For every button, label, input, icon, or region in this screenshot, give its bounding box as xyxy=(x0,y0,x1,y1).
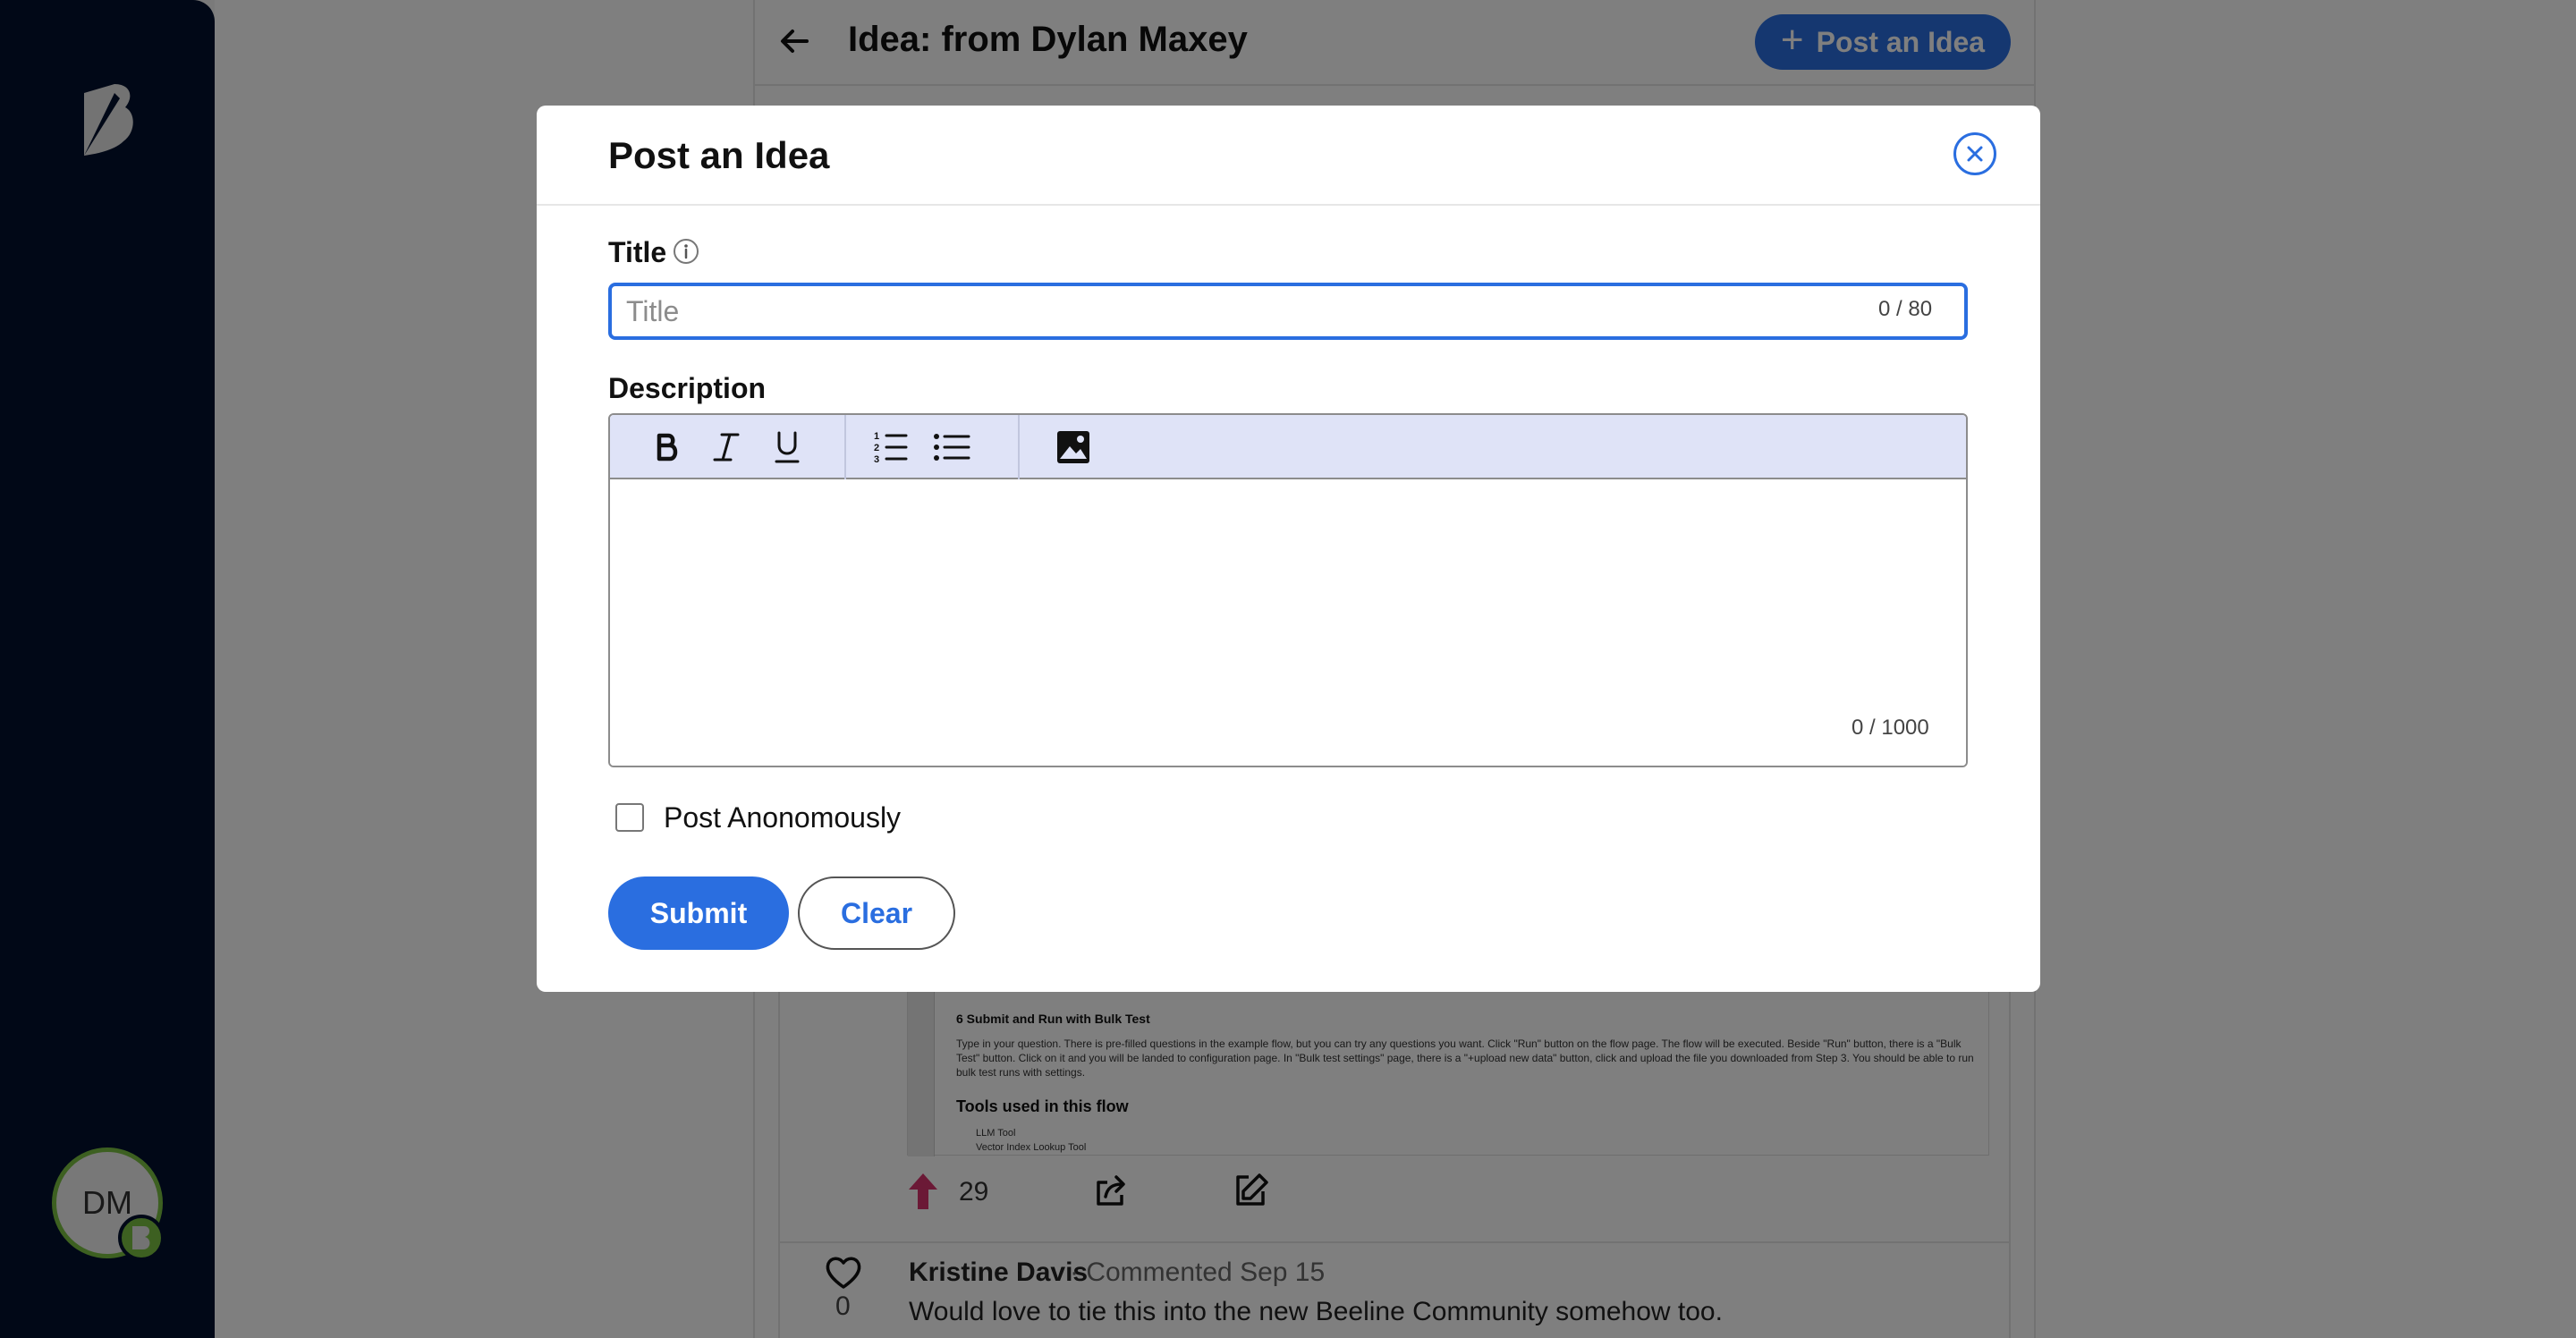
underline-button[interactable] xyxy=(767,428,807,467)
title-char-counter: 0 / 80 xyxy=(1878,297,1933,321)
bullet-list-button[interactable] xyxy=(932,428,971,467)
underline-icon xyxy=(775,431,800,463)
italic-icon xyxy=(713,433,740,462)
toolbar-divider xyxy=(844,415,846,479)
post-anonymously-label[interactable]: Post Anonomously xyxy=(664,801,901,834)
modal-header: Post an Idea xyxy=(537,106,2040,206)
title-input[interactable] xyxy=(608,283,1968,340)
modal-title: Post an Idea xyxy=(608,134,830,176)
close-button[interactable] xyxy=(1953,132,1996,175)
editor-toolbar: 1 2 3 xyxy=(610,415,1966,479)
close-icon xyxy=(1967,146,1983,162)
ordered-list-icon: 1 2 3 xyxy=(874,431,908,465)
svg-text:1: 1 xyxy=(874,431,879,442)
italic-button[interactable] xyxy=(707,428,746,467)
bold-icon xyxy=(657,433,678,462)
description-textarea[interactable] xyxy=(610,479,1966,766)
toolbar-divider xyxy=(1018,415,1020,479)
image-icon xyxy=(1057,431,1089,463)
insert-image-button[interactable] xyxy=(1054,428,1093,467)
description-char-counter: 0 / 1000 xyxy=(1852,716,1929,740)
title-label: Title xyxy=(608,236,667,268)
svg-text:2: 2 xyxy=(874,443,879,453)
bold-button[interactable] xyxy=(648,428,687,467)
description-label: Description xyxy=(608,372,767,404)
submit-button[interactable]: Submit xyxy=(608,876,789,950)
info-icon[interactable] xyxy=(673,238,699,265)
post-idea-modal: Post an Idea Title 0 / 80 Description xyxy=(537,106,2040,992)
svg-text:3: 3 xyxy=(874,454,879,465)
post-anonymously-checkbox[interactable] xyxy=(615,803,644,832)
description-editor: 1 2 3 xyxy=(608,413,1968,767)
bullet-list-icon xyxy=(934,434,970,461)
ordered-list-button[interactable]: 1 2 3 xyxy=(871,428,911,467)
clear-button[interactable]: Clear xyxy=(798,876,955,950)
